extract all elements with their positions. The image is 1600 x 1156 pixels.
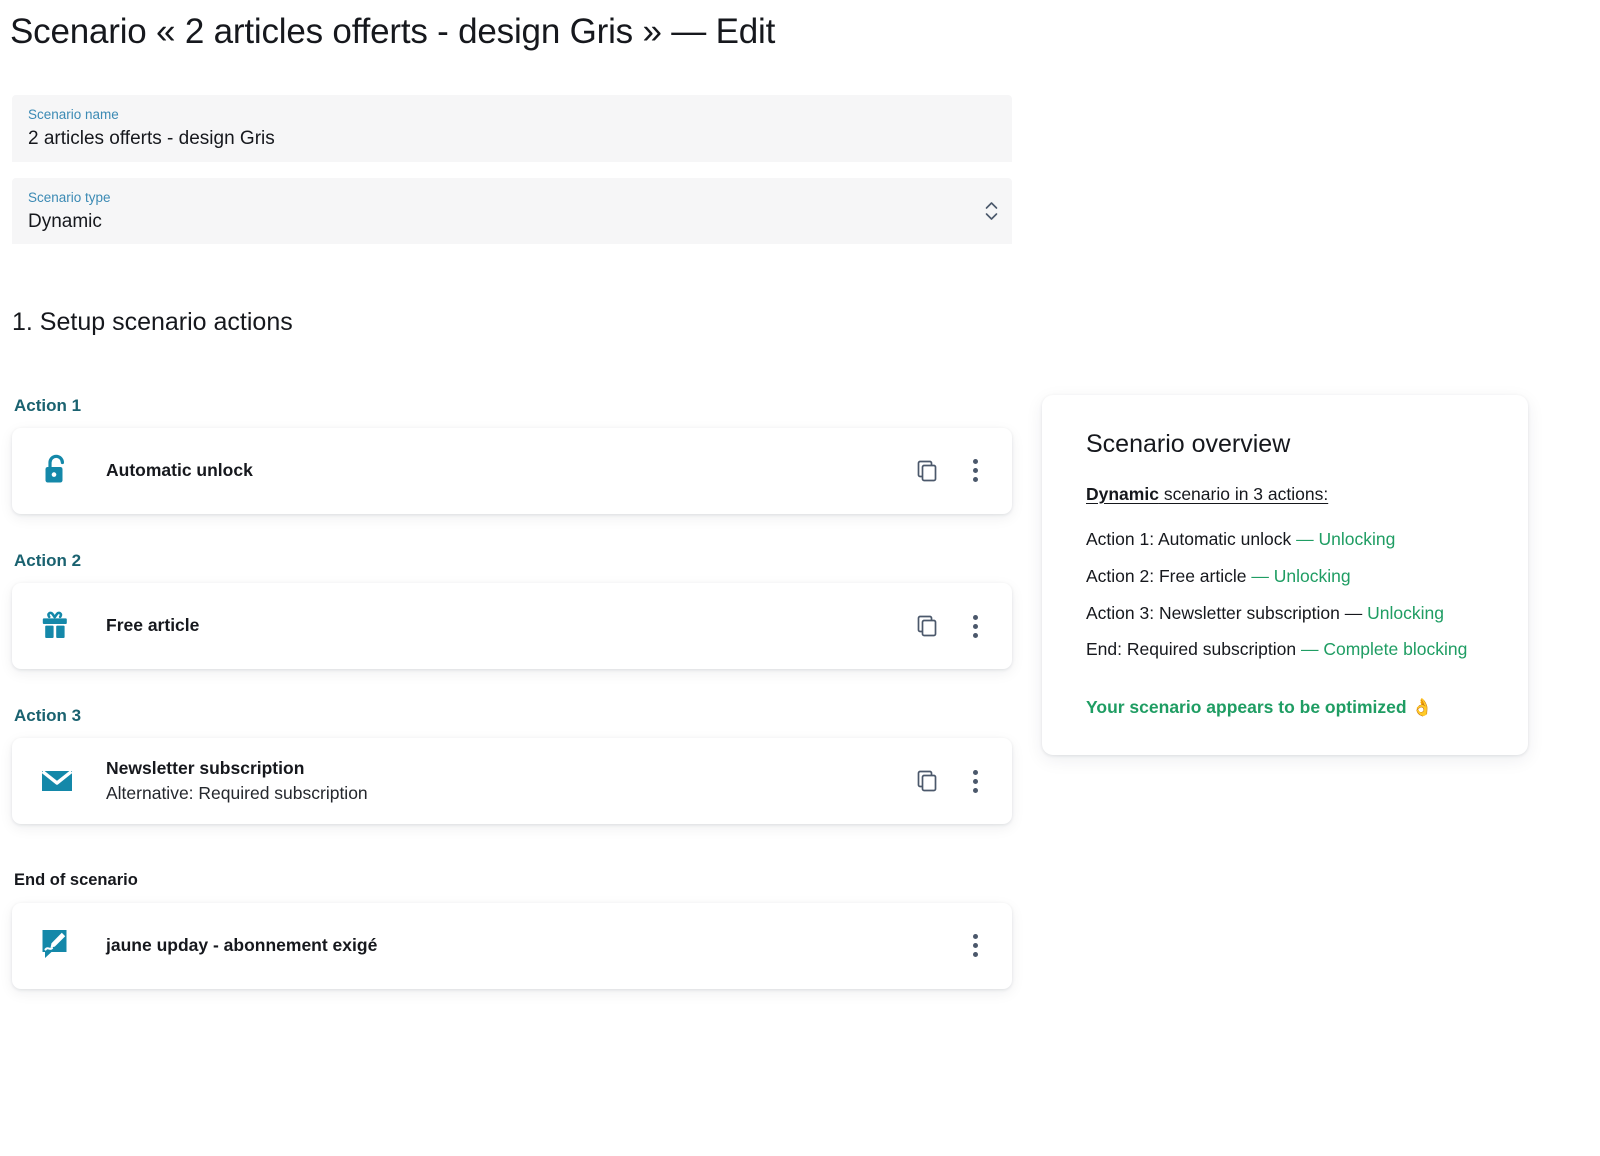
overview-line-action-2: Action 2: Free article — Unlocking [1086,558,1490,595]
action-1-text: Automatic unlock [86,459,914,483]
action-card-1[interactable]: Automatic unlock [12,427,1012,514]
scenario-optimized-text: Your scenario appears to be optimized [1086,697,1407,718]
main-content: Action 1 Automatic unlock Action 2 Free … [0,394,1600,989]
action-group-2: Action 2 Free article [12,550,1012,670]
scenario-name-field[interactable]: Scenario name 2 articles offerts - desig… [12,95,1012,162]
actions-column: Action 1 Automatic unlock Action 2 Free … [0,395,1012,989]
action-1-label: Action 1 [14,395,82,415]
overview-line-2-main: Action 2: Free article [1086,565,1252,586]
action-3-title: Newsletter subscription [106,757,305,778]
overview-line-end: End: Required subscription — Complete bl… [1086,631,1490,668]
action-card-3[interactable]: Newsletter subscription Alternative: Req… [12,738,1012,825]
more-vertical-icon[interactable] [962,611,988,641]
copy-icon[interactable] [914,766,940,796]
overview-line-3-accent: Unlocking [1367,602,1444,623]
more-vertical-icon[interactable] [962,456,988,486]
section-heading: 1. Setup scenario actions [12,308,293,337]
action-1-tools [914,456,988,486]
overview-line-1-accent: — Unlocking [1296,529,1396,550]
action-3-subtitle: Alternative: Required subscription [106,783,368,804]
action-group-1: Action 1 Automatic unlock [12,395,1012,514]
end-of-scenario-label: End of scenario [14,871,138,890]
overview-line-action-3: Action 3: Newsletter subscription — Unlo… [1086,595,1490,632]
scenario-overview-lead: Dynamic scenario in 3 actions: [1086,481,1490,507]
end-of-scenario-card[interactable]: jaune upday - abonnement exigé [12,902,1012,989]
more-vertical-icon[interactable] [962,931,988,961]
action-1-title: Automatic unlock [106,460,253,481]
action-2-title: Free article [106,615,200,636]
action-2-label: Action 2 [14,550,82,570]
chevron-up-down-icon[interactable] [985,201,998,221]
end-of-scenario-title: jaune upday - abonnement exigé [106,934,378,955]
scenario-overview-lead-bold: Dynamic [1086,483,1159,504]
scenario-type-label: Scenario type [28,189,111,205]
scenario-name-value: 2 articles offerts - design Gris [28,128,275,150]
action-3-text: Newsletter subscription Alternative: Req… [86,757,914,806]
overview-line-1-main: Action 1: Automatic unlock [1086,529,1297,550]
end-of-scenario-text: jaune upday - abonnement exigé [86,934,962,958]
overview-line-2-accent: — Unlocking [1251,565,1351,586]
end-of-scenario-group: End of scenario jaune upday - abonnement… [12,870,1012,989]
scenario-form: Scenario name 2 articles offerts - desig… [12,95,1012,245]
action-3-tools [914,766,988,796]
copy-icon[interactable] [914,611,940,641]
overview-line-3-main: Action 3: Newsletter subscription — [1086,602,1368,623]
overview-line-4-main: End: Required subscription [1086,639,1301,660]
envelope-icon [40,766,86,796]
action-2-tools [914,611,988,641]
more-dots [972,934,978,958]
more-vertical-icon[interactable] [962,766,988,796]
scenario-name-label: Scenario name [28,107,119,123]
scenario-type-field[interactable]: Scenario type Dynamic [12,177,1012,245]
page-title: Scenario « 2 articles offerts - design G… [10,12,776,51]
ok-hand-emoji-icon: 👌 [1411,698,1433,718]
copy-icon[interactable] [914,456,940,486]
action-3-label: Action 3 [14,706,82,726]
action-2-text: Free article [86,614,914,638]
action-group-3: Action 3 Newsletter subscription Alterna… [12,705,1012,825]
scenario-type-value: Dynamic [28,210,102,232]
gift-icon [40,607,86,645]
scenario-overview-title: Scenario overview [1086,429,1291,458]
overview-line-4-accent: — Complete blocking [1300,639,1468,660]
scenario-overview-lead-rest: scenario in 3 actions: [1158,483,1329,504]
unlock-icon [40,452,86,490]
sign-document-icon [40,926,86,966]
scenario-optimized-message: Your scenario appears to be optimized 👌 [1086,694,1490,721]
more-dots [972,614,978,638]
scenario-edit-page: Scenario « 2 articles offerts - design G… [0,0,1600,1156]
overview-line-action-1: Action 1: Automatic unlock — Unlocking [1086,521,1490,558]
more-dots [972,459,978,483]
scenario-overview-panel: Scenario overview Dynamic scenario in 3 … [1042,394,1528,755]
end-of-scenario-tools [962,931,988,961]
more-dots [972,769,978,793]
action-card-2[interactable]: Free article [12,583,1012,670]
